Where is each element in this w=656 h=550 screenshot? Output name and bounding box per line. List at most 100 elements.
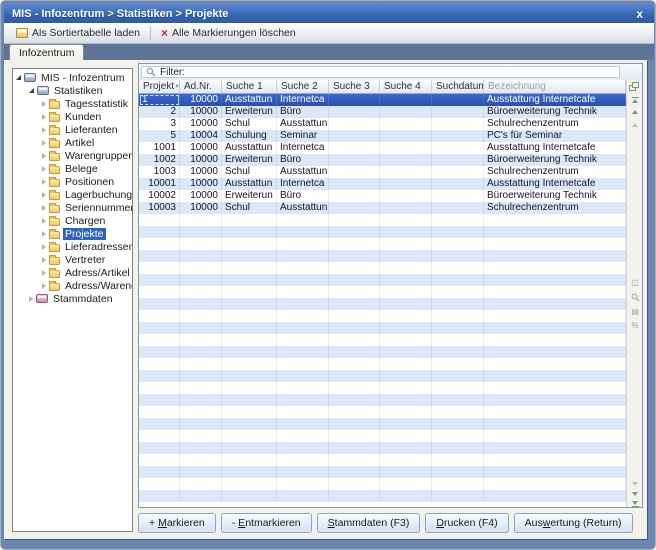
tree-item-tagesstatistik[interactable]: Tagesstatistik (13, 97, 132, 110)
table-row[interactable]: 1000110000AusstattunInternetcaAusstattun… (139, 178, 626, 190)
table-row-empty[interactable] (139, 238, 626, 250)
table-row-empty[interactable] (139, 406, 626, 418)
tree-item-positionen[interactable]: Positionen (13, 175, 132, 188)
table-row-empty[interactable] (139, 418, 626, 430)
tree-collapsed-icon[interactable] (42, 192, 46, 198)
table-row-empty[interactable] (139, 358, 626, 370)
tree-collapsed-icon[interactable] (42, 101, 46, 107)
table-row-empty[interactable] (139, 334, 626, 346)
column-header-suchdatum[interactable]: Suchdatum (432, 80, 484, 93)
table-row-empty[interactable] (139, 346, 626, 358)
tree-collapsed-icon[interactable] (42, 127, 46, 133)
table-row-empty[interactable] (139, 250, 626, 262)
tree-item-statistiken[interactable]: Statistiken (13, 84, 132, 97)
table-row[interactable]: 100310000SchulAusstattunSchulrechenzentr… (139, 166, 626, 178)
table-row-empty[interactable] (139, 370, 626, 382)
column-header-suche-1[interactable]: Suche 1 (222, 80, 277, 93)
tree-collapsed-icon[interactable] (42, 283, 46, 289)
table-row-empty[interactable] (139, 322, 626, 334)
stammdaten-f3-button[interactable]: Stammdaten (F3) (317, 513, 421, 533)
entmarkieren-button[interactable]: - Entmarkieren (221, 513, 312, 533)
tree-collapsed-icon[interactable] (42, 270, 46, 276)
table-row[interactable]: 110000AusstattunInternetcaAusstattung In… (139, 94, 626, 106)
tree-item-adress-warengruppen[interactable]: Adress/Warengruppen (13, 279, 132, 292)
tree-item-lieferanten[interactable]: Lieferanten (13, 123, 132, 136)
tree-expanded-icon[interactable] (16, 75, 21, 80)
table-row-empty[interactable] (139, 442, 626, 454)
tree-item-lagerbuchungen[interactable]: Lagerbuchungen (13, 188, 132, 201)
table-row-empty[interactable] (139, 430, 626, 442)
tree-item-artikel[interactable]: Artikel (13, 136, 132, 149)
tree-collapsed-icon[interactable] (42, 179, 46, 185)
column-header-bezeichnung[interactable]: Bezeichnung (484, 80, 626, 93)
scroll-up-icon[interactable] (627, 110, 643, 114)
filter-input[interactable]: Filter: (141, 66, 620, 78)
tree-item-lieferadressen[interactable]: Lieferadressen (13, 240, 132, 253)
zoom-icon[interactable] (627, 293, 643, 302)
table-row-empty[interactable] (139, 394, 626, 406)
percent-icon[interactable]: % (627, 322, 643, 330)
tree-collapsed-icon[interactable] (42, 166, 46, 172)
tree-item-projekte[interactable]: Projekte (13, 227, 132, 240)
tree-item-chargen[interactable]: Chargen (13, 214, 132, 227)
tree-item-seriennummern[interactable]: Seriennummern (13, 201, 132, 214)
tab-infozentrum[interactable]: Infozentrum (9, 44, 84, 60)
tree-expanded-icon[interactable] (29, 88, 34, 93)
table-row[interactable]: 310000SchulAusstattunSchulrechenzentrum (139, 118, 626, 130)
load-sort-table-button[interactable]: Als Sortiertabelle laden (10, 25, 146, 41)
column-select-icon[interactable] (629, 82, 640, 92)
cell-bezeichnung (484, 322, 626, 334)
table-row-empty[interactable] (139, 478, 626, 490)
scroll-to-bottom-icon[interactable] (627, 501, 643, 507)
table-row[interactable]: 100210000ErweiterunBüroBüroerweiterung T… (139, 154, 626, 166)
auswertung-return-button[interactable]: Auswertung (Return) (514, 513, 633, 533)
table-row-empty[interactable] (139, 262, 626, 274)
scroll-down-pale-icon[interactable] (627, 482, 643, 486)
table-row[interactable]: 1000210000ErweiterunBüroBüroerweiterung … (139, 190, 626, 202)
tree-item-kunden[interactable]: Kunden (13, 110, 132, 123)
tree-collapsed-icon[interactable] (42, 153, 46, 159)
table-row-empty[interactable] (139, 226, 626, 238)
column-header-suche-3[interactable]: Suche 3 (329, 80, 380, 93)
tree-item-adress-artikel[interactable]: Adress/Artikel (13, 266, 132, 279)
drucken-f4-button[interactable]: Drucken (F4) (425, 513, 508, 533)
tree-item-vertreter[interactable]: Vertreter (13, 253, 132, 266)
column-header-suche-2[interactable]: Suche 2 (277, 80, 329, 93)
table-row-empty[interactable] (139, 310, 626, 322)
scroll-to-top-icon[interactable] (627, 97, 643, 103)
close-icon[interactable]: x (633, 7, 646, 21)
clear-marks-button[interactable]: × Alle Markierungen löschen (155, 25, 302, 41)
table-row-empty[interactable] (139, 466, 626, 478)
column-header-projekt[interactable]: Projekt▼ (139, 80, 180, 93)
tree-collapsed-icon[interactable] (29, 296, 33, 302)
tree-item-belege[interactable]: Belege (13, 162, 132, 175)
scroll-down-icon[interactable] (627, 492, 643, 496)
column-header-ad-nr[interactable]: Ad.Nr. (180, 80, 222, 93)
table-row-empty[interactable] (139, 286, 626, 298)
columns-icon[interactable]: ◫ (627, 279, 643, 287)
table-row-empty[interactable] (139, 382, 626, 394)
tree-collapsed-icon[interactable] (42, 218, 46, 224)
table-row-empty[interactable] (139, 298, 626, 310)
table-row-empty[interactable] (139, 490, 626, 502)
table-row[interactable]: 1000310000SchulAusstattunSchulrechenzent… (139, 202, 626, 214)
tree-item-stammdaten[interactable]: Stammdaten (13, 292, 132, 305)
tree-collapsed-icon[interactable] (42, 205, 46, 211)
tree-item-warengruppen[interactable]: Warengruppen (13, 149, 132, 162)
tree-collapsed-icon[interactable] (42, 257, 46, 263)
scroll-up-pale-icon[interactable] (627, 123, 643, 127)
markieren-button[interactable]: + Markieren (138, 513, 216, 533)
grid-icon[interactable]: ▤ (627, 308, 643, 316)
table-row[interactable]: 100110000AusstattunInternetcaAusstattung… (139, 142, 626, 154)
table-row[interactable]: 210000ErweiterunBüroBüroerweiterung Tech… (139, 106, 626, 118)
table-row-empty[interactable] (139, 454, 626, 466)
table-row-empty[interactable] (139, 214, 626, 226)
tree-collapsed-icon[interactable] (42, 140, 46, 146)
table-row-empty[interactable] (139, 274, 626, 286)
column-header-suche-4[interactable]: Suche 4 (380, 80, 432, 93)
tree-collapsed-icon[interactable] (42, 244, 46, 250)
tree-item-mis-infozentrum[interactable]: MIS - Infozentrum (13, 71, 132, 84)
table-row[interactable]: 510004SchulungSeminarPC's für Seminar (139, 130, 626, 142)
tree-collapsed-icon[interactable] (42, 114, 46, 120)
tree-collapsed-icon[interactable] (42, 231, 46, 237)
